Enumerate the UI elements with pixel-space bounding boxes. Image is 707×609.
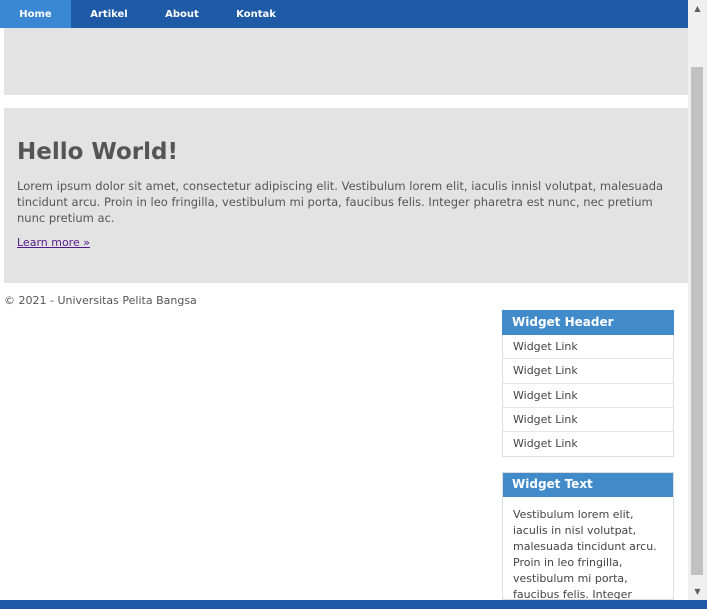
widget-text-header: Widget Text [503, 473, 673, 497]
widget-link[interactable]: Widget Link [503, 408, 673, 433]
vertical-scrollbar[interactable]: ▲ ▼ [688, 0, 707, 600]
top-navigation: Home Artikel About Kontak [0, 0, 688, 28]
hero-text: Lorem ipsum dolor sit amet, consectetur … [17, 179, 664, 225]
widget-text: Widget Text Vestibulum lorem elit, iacul… [502, 472, 674, 600]
hero-title: Hello World! [17, 139, 178, 165]
learn-more-link[interactable]: Learn more » [17, 236, 90, 249]
scroll-thumb[interactable] [691, 67, 703, 575]
nav-about[interactable]: About [147, 0, 217, 28]
widget-text-body: Vestibulum lorem elit, iaculis in nisl v… [513, 508, 657, 600]
widget-link[interactable]: Widget Link [503, 335, 673, 360]
nav-home[interactable]: Home [0, 0, 71, 28]
header-banner [4, 28, 688, 95]
footer-copyright: © 2021 - Universitas Pelita Bangsa [4, 294, 197, 307]
hero-section: Hello World! Lorem ipsum dolor sit amet,… [4, 108, 688, 283]
status-bar [0, 600, 707, 609]
scroll-down-arrow-icon[interactable]: ▼ [688, 583, 707, 600]
widget-link[interactable]: Widget Link [503, 359, 673, 384]
widget-link[interactable]: Widget Link [503, 384, 673, 408]
browser-viewport: Home Artikel About Kontak Hello World! L… [0, 0, 688, 600]
nav-artikel[interactable]: Artikel [71, 0, 147, 28]
widget-link[interactable]: Widget Link [503, 432, 673, 456]
scroll-up-arrow-icon[interactable]: ▲ [688, 0, 707, 17]
nav-kontak[interactable]: Kontak [217, 0, 295, 28]
widget-links: Widget Header Widget Link Widget Link Wi… [502, 310, 674, 458]
widget-header: Widget Header [502, 310, 674, 335]
